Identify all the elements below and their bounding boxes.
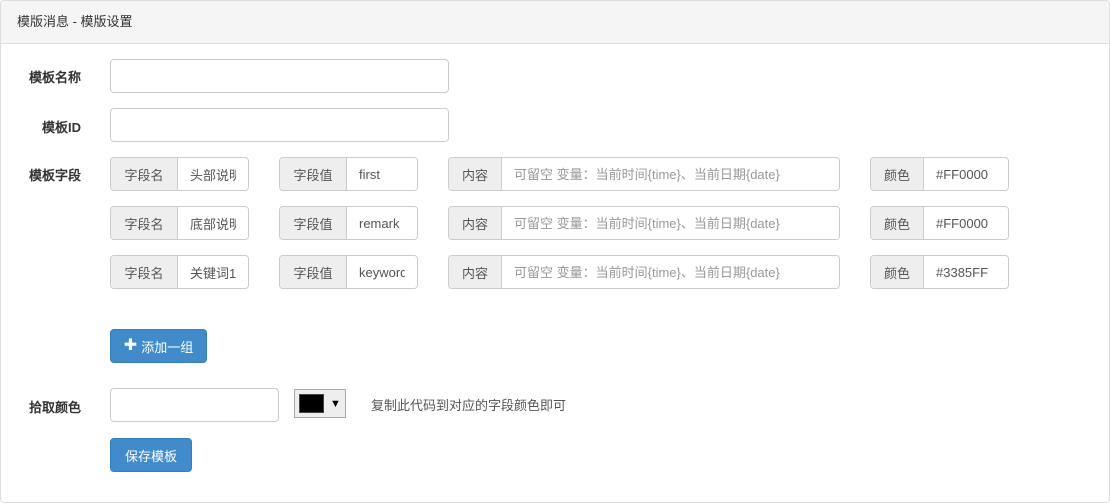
field-key-input[interactable] (347, 256, 417, 288)
field-color-group: 颜色 (870, 255, 1009, 289)
panel-title: 模版消息 - 模版设置 (1, 1, 1109, 44)
field-key-addon: 字段值 (280, 207, 347, 239)
add-group-label: 添加一组 (141, 339, 194, 355)
color-picker-button[interactable]: ▼ (294, 389, 346, 418)
field-name-input[interactable] (178, 256, 248, 288)
save-template-label: 保存模板 (124, 448, 177, 464)
field-content-input[interactable] (502, 207, 839, 239)
field-content-group: 内容 (448, 206, 840, 240)
field-key-group: 字段值 (279, 157, 418, 191)
field-content-group: 内容 (448, 157, 840, 191)
field-color-input[interactable] (924, 207, 1008, 239)
field-name-group: 字段名 (110, 206, 249, 240)
template-name-label: 模板名称 (28, 70, 81, 85)
template-fields-label: 模板字段 (28, 168, 81, 183)
field-content-addon: 内容 (449, 256, 502, 288)
field-color-addon: 颜色 (871, 207, 924, 239)
pick-color-input[interactable] (110, 388, 279, 422)
template-id-label: 模板ID (41, 120, 81, 135)
field-key-group: 字段值 (279, 255, 418, 289)
plus-icon: ✚ (123, 337, 138, 354)
field-key-input[interactable] (347, 158, 417, 190)
field-content-addon: 内容 (449, 207, 502, 239)
color-swatch (299, 394, 324, 413)
field-name-input[interactable] (178, 207, 248, 239)
field-name-group: 字段名 (110, 157, 249, 191)
settings-panel: 模版消息 - 模版设置 模板名称 模板ID 模板字段 字段名 字段值 内容 颜色… (0, 0, 1110, 503)
field-color-addon: 颜色 (871, 158, 924, 190)
field-color-group: 颜色 (870, 157, 1009, 191)
field-name-input[interactable] (178, 158, 248, 190)
field-content-input[interactable] (502, 158, 839, 190)
field-color-input[interactable] (924, 256, 1008, 288)
field-color-input[interactable] (924, 158, 1008, 190)
field-content-input[interactable] (502, 256, 839, 288)
field-name-addon: 字段名 (111, 256, 178, 288)
add-group-button[interactable]: ✚ 添加一组 (110, 329, 207, 363)
save-template-button[interactable]: 保存模板 (110, 438, 192, 472)
field-name-addon: 字段名 (111, 207, 178, 239)
field-content-addon: 内容 (449, 158, 502, 190)
caret-down-icon: ▼ (330, 397, 341, 410)
field-content-group: 内容 (448, 255, 840, 289)
template-id-input[interactable] (110, 108, 449, 142)
field-name-group: 字段名 (110, 255, 249, 289)
field-name-addon: 字段名 (111, 158, 178, 190)
field-color-addon: 颜色 (871, 256, 924, 288)
field-key-group: 字段值 (279, 206, 418, 240)
template-name-input[interactable] (110, 59, 449, 93)
pick-color-label: 拾取颜色 (28, 400, 81, 415)
field-key-addon: 字段值 (280, 256, 347, 288)
field-color-group: 颜色 (870, 206, 1009, 240)
color-hint: 复制此代码到对应的字段颜色即可 (371, 398, 567, 413)
field-key-addon: 字段值 (280, 158, 347, 190)
field-key-input[interactable] (347, 207, 417, 239)
